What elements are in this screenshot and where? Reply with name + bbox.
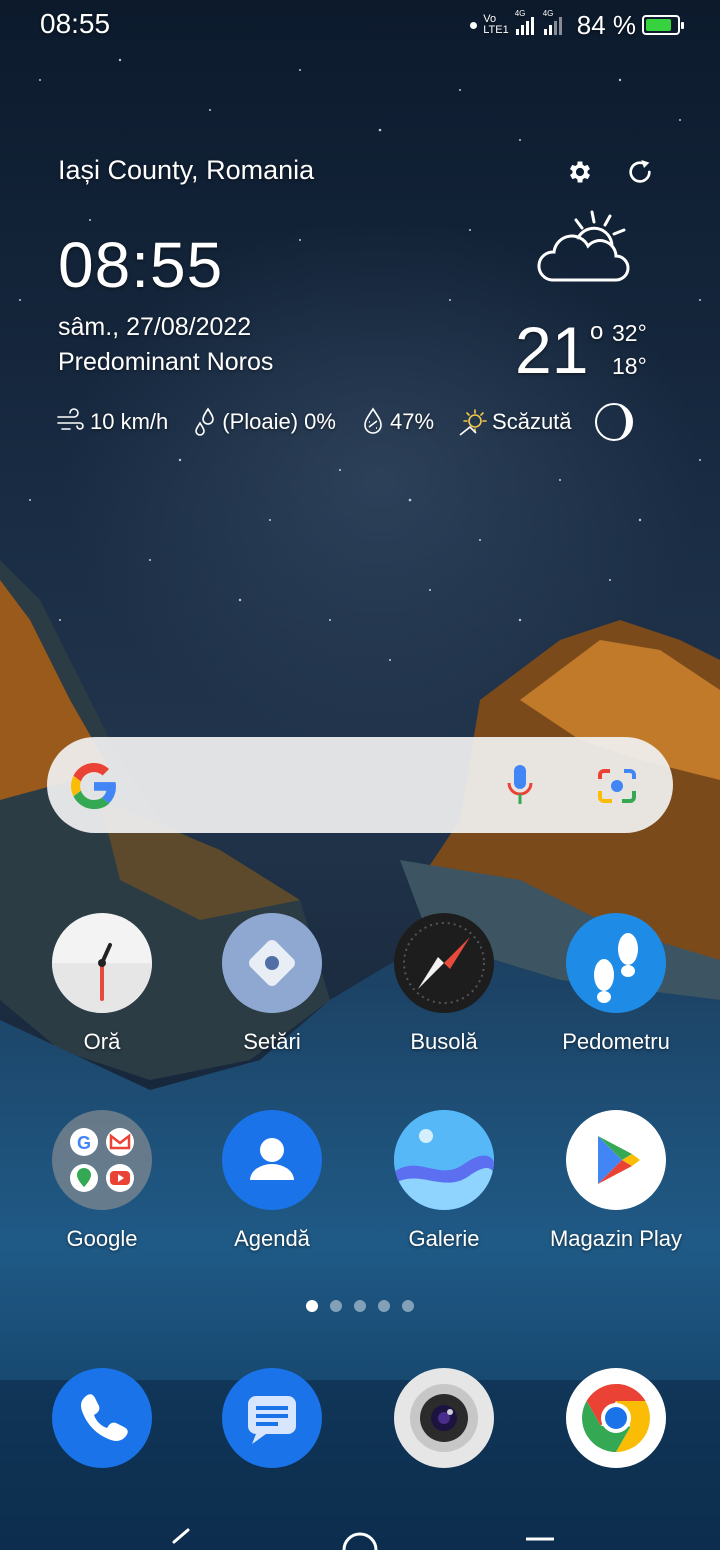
- network-type-2: 4G: [542, 9, 554, 18]
- signal-1: 4G: [515, 9, 537, 35]
- weather-location[interactable]: Iași County, Romania: [58, 155, 314, 186]
- gallery-icon: [394, 1110, 494, 1210]
- clock-icon: [52, 913, 152, 1013]
- google-g-icon: [71, 763, 116, 809]
- lens-camera-icon[interactable]: [596, 767, 638, 805]
- microphone-icon[interactable]: [505, 763, 535, 807]
- contacts-icon: [222, 1110, 322, 1210]
- navigation-bar: [172, 1528, 554, 1550]
- gear-icon[interactable]: [566, 158, 594, 186]
- app-play-store[interactable]: Magazin Play: [531, 1110, 701, 1252]
- status-bar-indicators: Vo LTE1 4G 4G 84 %: [470, 8, 684, 42]
- page-dot[interactable]: [306, 1300, 318, 1312]
- moon-phase-icon: [594, 403, 633, 441]
- notification-dot-icon: [470, 21, 478, 29]
- precipitation-value: (Ploaie) 0%: [222, 409, 336, 434]
- weather-temperature: 21: [515, 313, 589, 387]
- sunrise-uv-icon: [459, 409, 487, 436]
- page-indicator[interactable]: [306, 1300, 414, 1312]
- app-label: Pedometru: [562, 1029, 670, 1054]
- battery-percent: 84 %: [576, 9, 636, 40]
- app-google-folder[interactable]: G Google: [17, 1110, 187, 1252]
- settings-icon: [222, 913, 322, 1013]
- signal-strength-icon: [515, 17, 534, 35]
- signal-2: 4G: [543, 9, 565, 35]
- camera-icon: [394, 1368, 494, 1468]
- page-dot[interactable]: [330, 1300, 342, 1312]
- chrome-icon: [566, 1368, 666, 1468]
- app-compass[interactable]: Busolă: [359, 913, 529, 1055]
- footsteps-icon: [566, 913, 666, 1013]
- app-label: Agendă: [234, 1226, 310, 1251]
- precipitation-stat: (Ploaie) 0%: [192, 407, 336, 437]
- phone-icon: [52, 1368, 152, 1468]
- page-dot[interactable]: [354, 1300, 366, 1312]
- app-label: Oră: [83, 1029, 121, 1054]
- weather-clock[interactable]: 08:55: [58, 228, 223, 302]
- dock-messages[interactable]: [187, 1368, 357, 1468]
- dock-camera[interactable]: [359, 1368, 529, 1468]
- folder-icon: G: [52, 1110, 152, 1210]
- messages-icon: [222, 1368, 322, 1468]
- weather-date: sâm., 27/08/2022: [58, 313, 252, 341]
- app-pedometer[interactable]: Pedometru: [531, 913, 701, 1055]
- page-dot[interactable]: [402, 1300, 414, 1312]
- play-store-icon: [566, 1110, 666, 1210]
- wind-stat: 10 km/h: [56, 408, 168, 436]
- uv-stat: Scăzută: [458, 407, 572, 437]
- app-label: Magazin Play: [549, 1226, 683, 1251]
- app-label: Busolă: [410, 1029, 478, 1054]
- app-contacts[interactable]: Agendă: [187, 1110, 357, 1252]
- weather-degree: o: [590, 318, 604, 345]
- weather-stats: 10 km/h (Ploaie) 0% 47% Scăzută: [56, 400, 636, 444]
- weather-condition: Predominant Noros: [58, 348, 274, 376]
- volte-bottom: LTE1: [483, 24, 509, 36]
- signal-strength-icon: [543, 17, 562, 35]
- uv-value: Scăzută: [492, 409, 572, 434]
- home-icon[interactable]: [342, 1532, 378, 1550]
- wind-icon: [57, 408, 84, 430]
- app-settings[interactable]: Setări: [187, 913, 357, 1055]
- refresh-icon[interactable]: [624, 156, 656, 188]
- partly-cloudy-icon: [537, 210, 630, 282]
- back-icon[interactable]: [172, 1528, 190, 1544]
- status-bar-time: 08:55: [40, 8, 111, 39]
- app-clock[interactable]: Oră: [17, 913, 187, 1055]
- app-label: Google: [66, 1226, 138, 1251]
- humidity-stat: 47%: [360, 407, 434, 437]
- battery-icon: [642, 15, 684, 35]
- humidity-icon: [364, 407, 382, 434]
- app-label: Galerie: [408, 1226, 480, 1251]
- app-label: Setări: [243, 1029, 301, 1054]
- google-search-bar[interactable]: [47, 737, 673, 833]
- volte-indicator: Vo LTE1: [483, 14, 508, 36]
- weather-high: 32°: [612, 320, 647, 346]
- dock-chrome[interactable]: [531, 1368, 701, 1468]
- weather-low: 18°: [612, 353, 647, 379]
- network-type-1: 4G: [514, 9, 526, 18]
- raindrops-icon: [195, 407, 215, 436]
- humidity-value: 47%: [389, 409, 435, 434]
- compass-icon: [394, 913, 494, 1013]
- wind-value: 10 km/h: [90, 409, 169, 434]
- page-dot[interactable]: [378, 1300, 390, 1312]
- svg-text:G: G: [77, 1133, 91, 1153]
- app-gallery[interactable]: Galerie: [359, 1110, 529, 1252]
- dock-phone[interactable]: [17, 1368, 187, 1468]
- battery-fill: [646, 19, 672, 31]
